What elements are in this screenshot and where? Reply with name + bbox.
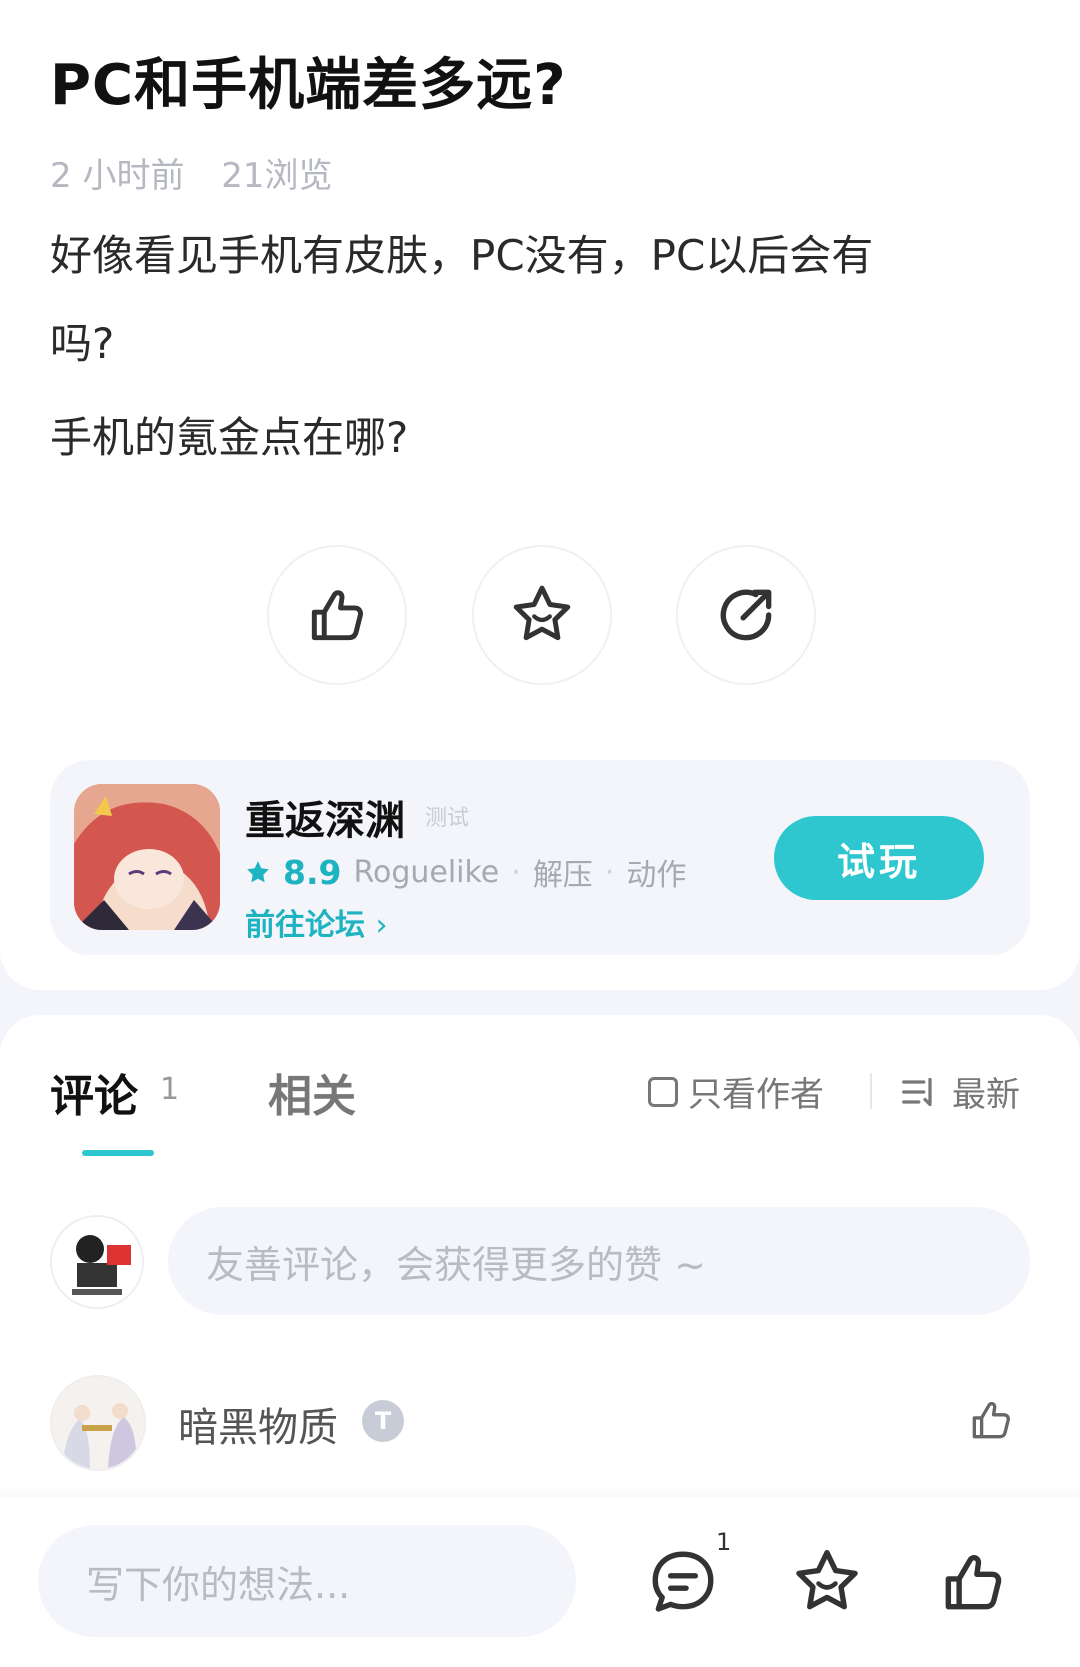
- post-body-line-1: 好像看见手机有皮肤，PC没有，PC以后会有: [50, 231, 874, 280]
- filter-divider: [870, 1073, 872, 1109]
- post-time: 2 小时前: [50, 156, 185, 196]
- only-author-toggle[interactable]: 只看作者: [648, 1067, 824, 1116]
- forum-link[interactable]: 前往论坛 ›: [245, 900, 387, 944]
- favorite-icon[interactable]: [790, 1545, 864, 1619]
- write-comment-input[interactable]: 写下你的想法...: [38, 1525, 576, 1637]
- write-input-placeholder: 写下你的想法...: [86, 1562, 351, 1607]
- post-body-line-3: 手机的氪金点在哪?: [50, 413, 409, 462]
- share-button[interactable]: [676, 545, 816, 685]
- favorite-button[interactable]: [472, 545, 612, 685]
- game-score: 8.9: [283, 852, 342, 892]
- comment-like-icon[interactable]: [966, 1395, 1016, 1445]
- sort-label: 最新: [952, 1075, 1020, 1115]
- chevron-right-icon: ›: [375, 908, 388, 943]
- rating-star-icon: [247, 861, 269, 883]
- comment-count-badge: 1: [716, 1528, 732, 1556]
- game-test-tag: 测试: [425, 806, 470, 831]
- active-tab-indicator: [82, 1150, 154, 1156]
- game-name: 重返深渊: [245, 798, 405, 844]
- only-author-label: 只看作者: [688, 1075, 824, 1115]
- tag-dot-2: ·: [604, 854, 615, 890]
- comment-input-placeholder: 友善评论，会获得更多的赞 ~: [206, 1242, 706, 1287]
- game-meta: 8.9 Roguelike · 解压 · 动作: [245, 850, 686, 894]
- game-icon[interactable]: [74, 784, 220, 930]
- sort-icon: [902, 1077, 932, 1106]
- tab-comments[interactable]: 评论: [50, 1060, 138, 1124]
- post-meta: 2 小时前 21浏览: [50, 148, 359, 197]
- game-card[interactable]: 重返深渊 测试 8.9 Roguelike · 解压 · 动作 前往论坛 › 试…: [50, 760, 1030, 955]
- forum-link-label: 前往论坛: [245, 908, 365, 943]
- commenter-name[interactable]: 暗黑物质: [178, 1395, 338, 1453]
- commenter-avatar[interactable]: [50, 1375, 146, 1471]
- share-icon: [720, 589, 772, 641]
- avatar-image: [52, 1377, 144, 1469]
- star-smile-icon: [513, 585, 571, 641]
- sort-selector[interactable]: 最新: [900, 1067, 1020, 1116]
- thumbs-up-icon: [311, 590, 363, 641]
- tab-comments-count: 1: [160, 1072, 180, 1107]
- only-author-checkbox[interactable]: [648, 1076, 678, 1107]
- my-avatar[interactable]: [50, 1215, 144, 1309]
- comment-bubble-icon[interactable]: [646, 1545, 720, 1619]
- tag-dot-1: ·: [511, 854, 521, 890]
- game-tag-1: Roguelike: [353, 854, 500, 890]
- thumbs-up-icon[interactable]: [936, 1545, 1010, 1619]
- level-badge: T: [362, 1400, 404, 1442]
- game-art-image: [74, 784, 220, 930]
- post-title: PC和手机端差多远?: [50, 53, 567, 118]
- avatar-image: [52, 1217, 142, 1307]
- try-play-button[interactable]: 试玩: [774, 816, 984, 900]
- tab-related[interactable]: 相关: [268, 1060, 356, 1124]
- game-tag-2: 解压: [532, 858, 593, 893]
- post-views: 21浏览: [221, 156, 333, 196]
- comment-input[interactable]: 友善评论，会获得更多的赞 ~: [168, 1207, 1030, 1315]
- game-tag-3: 动作: [626, 858, 687, 893]
- post-body-line-2: 吗?: [50, 319, 115, 368]
- like-button[interactable]: [267, 545, 407, 685]
